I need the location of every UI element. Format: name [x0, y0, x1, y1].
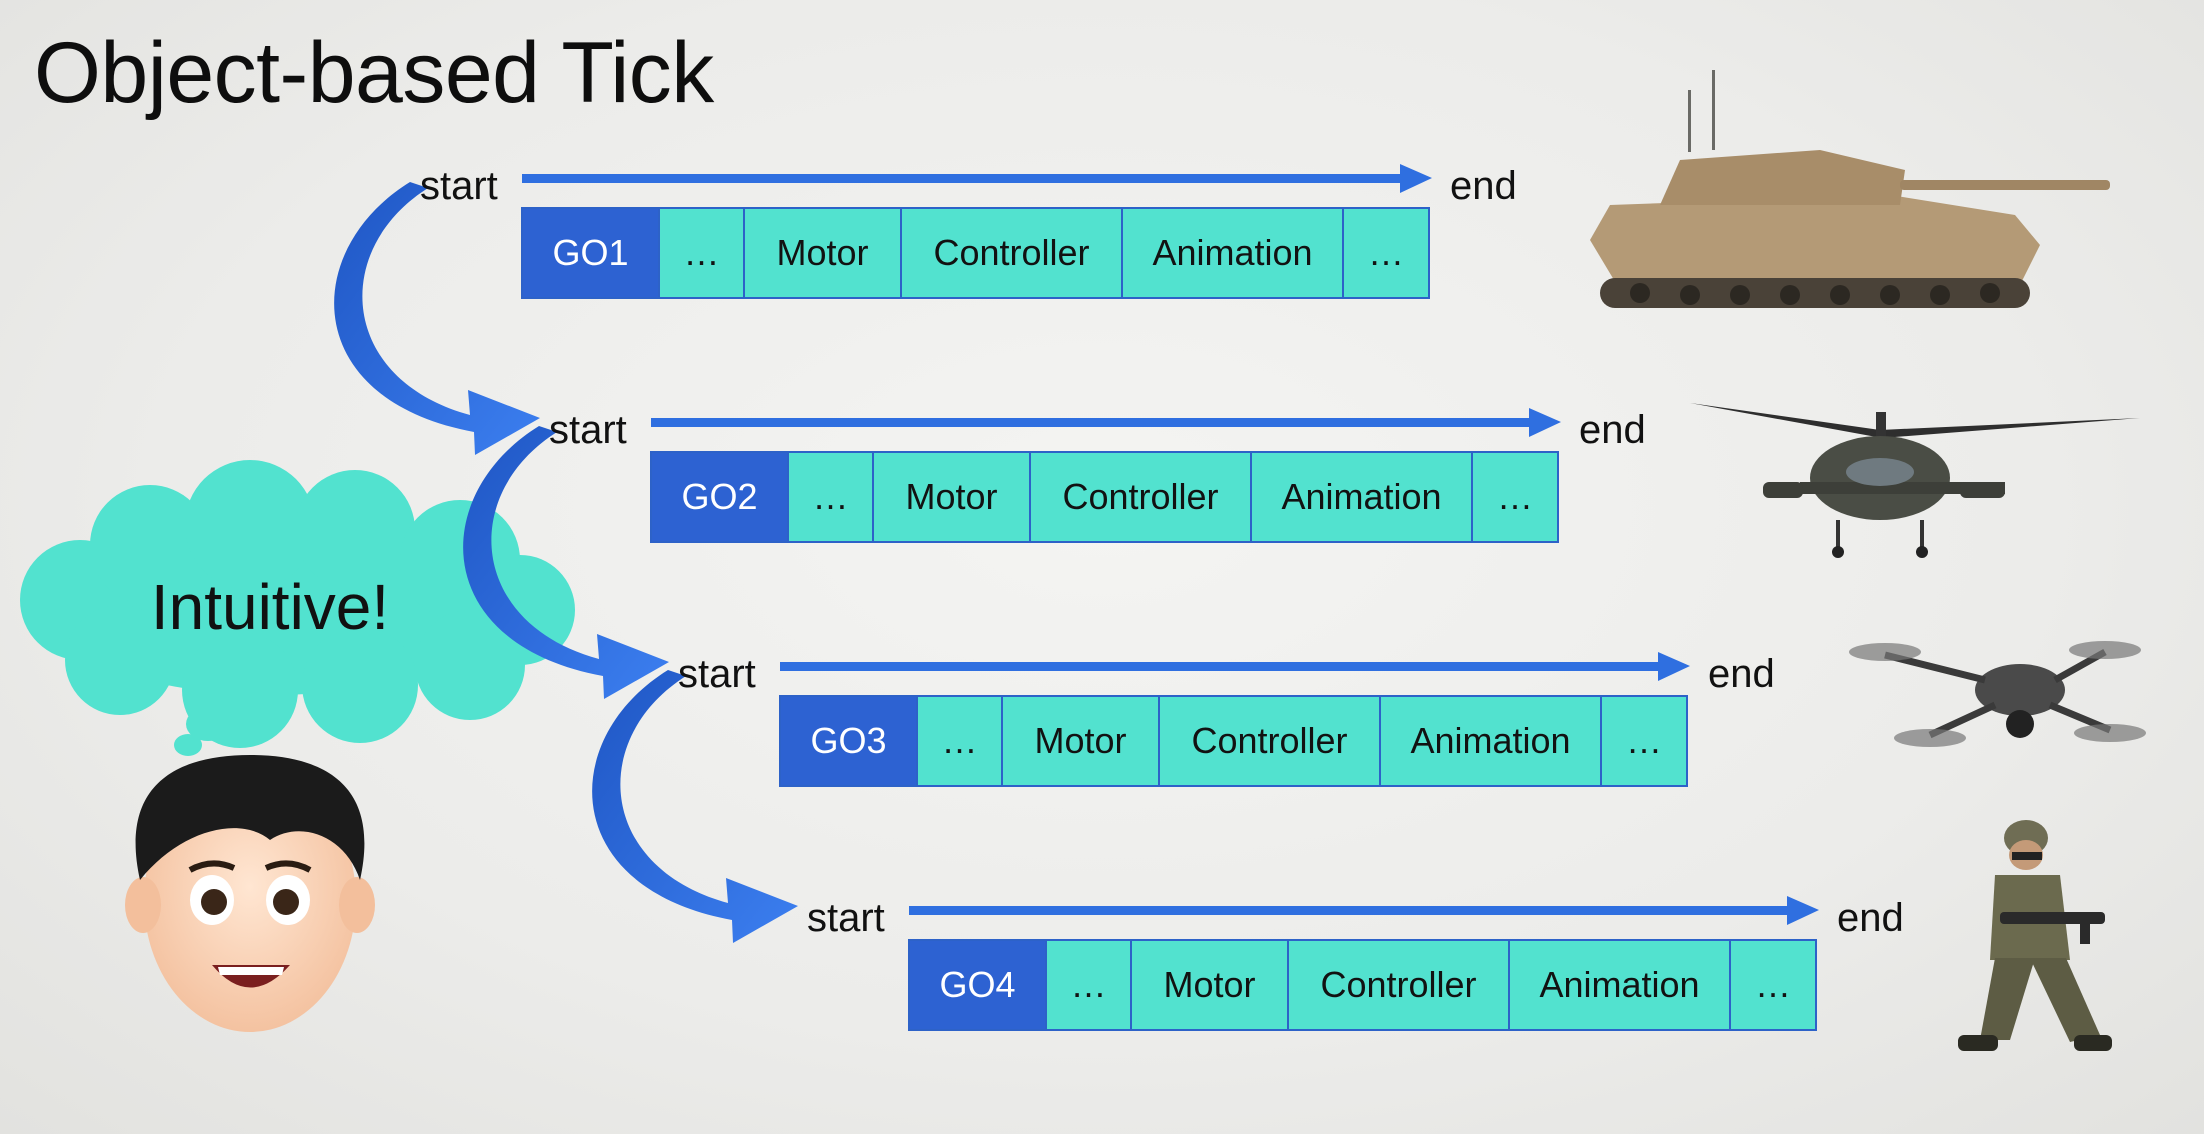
- ellipsis-cell: …: [1471, 453, 1557, 541]
- timeline-arrow-3: [780, 652, 1690, 681]
- motor-cell: Motor: [872, 453, 1029, 541]
- end-label-3: end: [1708, 652, 1775, 696]
- timeline-arrow-4: [909, 896, 1819, 925]
- motor-cell: Motor: [743, 209, 900, 297]
- ellipsis-cell: …: [1729, 941, 1815, 1029]
- timeline-arrow-1: [522, 164, 1432, 193]
- end-label-4: end: [1837, 896, 1904, 940]
- timeline-arrow-2: [651, 408, 1561, 437]
- animation-cell: Animation: [1379, 697, 1600, 785]
- tick-row-3: GO3 … Motor Controller Animation …: [779, 695, 1688, 787]
- start-label-4: start: [807, 896, 885, 940]
- controller-cell: Controller: [1029, 453, 1250, 541]
- avatar: [125, 755, 375, 1032]
- controller-cell: Controller: [1287, 941, 1508, 1029]
- curved-arrow-1: [334, 182, 540, 455]
- game-object-cell: GO4: [910, 941, 1045, 1029]
- ellipsis-cell: …: [787, 453, 872, 541]
- ellipsis-cell: …: [1600, 697, 1686, 785]
- controller-cell: Controller: [1158, 697, 1379, 785]
- end-label-2: end: [1579, 408, 1646, 452]
- soldier-icon: [1958, 820, 2112, 1051]
- tick-row-2: GO2 … Motor Controller Animation …: [650, 451, 1559, 543]
- drone-icon: [1849, 641, 2146, 747]
- tank-icon: [1590, 70, 2110, 308]
- animation-cell: Animation: [1508, 941, 1729, 1029]
- start-label-1: start: [420, 164, 498, 208]
- controller-cell: Controller: [900, 209, 1121, 297]
- tick-row-1: GO1 … Motor Controller Animation …: [521, 207, 1430, 299]
- animation-cell: Animation: [1121, 209, 1342, 297]
- helicopter-icon: [1690, 403, 2140, 558]
- bubble-text: Intuitive!: [150, 571, 390, 643]
- ellipsis-cell: …: [658, 209, 743, 297]
- ellipsis-cell: …: [1045, 941, 1130, 1029]
- end-label-1: end: [1450, 164, 1517, 208]
- game-object-cell: GO2: [652, 453, 787, 541]
- ellipsis-cell: …: [916, 697, 1001, 785]
- curved-arrow-3: [592, 670, 798, 943]
- game-object-cell: GO1: [523, 209, 658, 297]
- game-object-cell: GO3: [781, 697, 916, 785]
- motor-cell: Motor: [1130, 941, 1287, 1029]
- ellipsis-cell: …: [1342, 209, 1428, 297]
- motor-cell: Motor: [1001, 697, 1158, 785]
- start-label-3: start: [678, 652, 756, 696]
- start-label-2: start: [549, 408, 627, 452]
- tick-row-4: GO4 … Motor Controller Animation …: [908, 939, 1817, 1031]
- animation-cell: Animation: [1250, 453, 1471, 541]
